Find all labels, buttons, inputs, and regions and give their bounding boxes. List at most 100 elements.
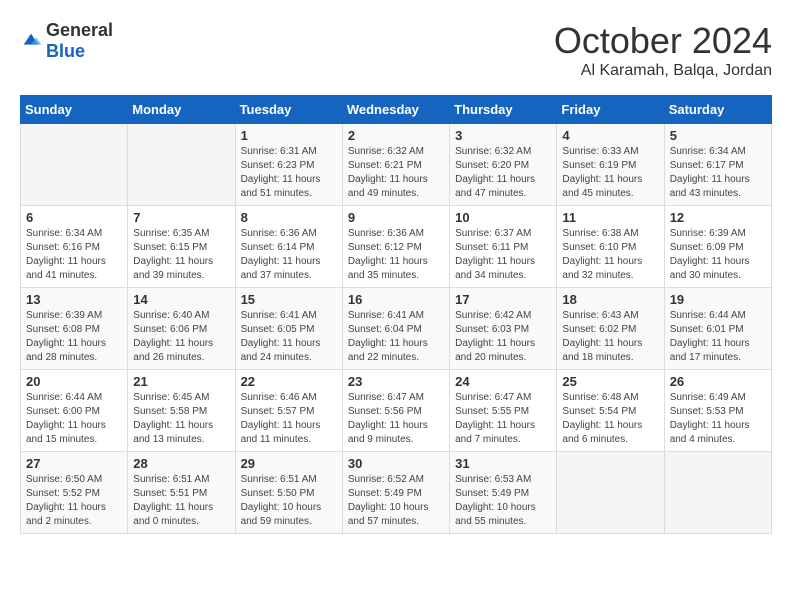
calendar-cell: 11 Sunrise: 6:38 AM Sunset: 6:10 PM Dayli…: [557, 206, 664, 288]
calendar-cell: [21, 124, 128, 206]
month-title: October 2024: [554, 20, 772, 62]
day-number: 4: [562, 128, 658, 143]
calendar-cell: 23 Sunrise: 6:47 AM Sunset: 5:56 PM Dayli…: [342, 370, 449, 452]
day-number: 31: [455, 456, 551, 471]
cell-content: Sunrise: 6:35 AM Sunset: 6:15 PM Dayligh…: [133, 227, 229, 283]
cell-content: Sunrise: 6:37 AM Sunset: 6:11 PM Dayligh…: [455, 227, 551, 283]
calendar-header-row: SundayMondayTuesdayWednesdayThursdayFrid…: [21, 96, 772, 124]
calendar-cell: [664, 452, 771, 534]
cell-content: Sunrise: 6:48 AM Sunset: 5:54 PM Dayligh…: [562, 391, 658, 447]
cell-content: Sunrise: 6:36 AM Sunset: 6:14 PM Dayligh…: [241, 227, 337, 283]
day-number: 21: [133, 374, 229, 389]
day-number: 18: [562, 292, 658, 307]
calendar-cell: 19 Sunrise: 6:44 AM Sunset: 6:01 PM Dayli…: [664, 288, 771, 370]
calendar-cell: 22Sunrise: 6:46 AM Sunset: 5:57 PM Dayli…: [235, 370, 342, 452]
cell-content: Sunrise: 6:32 AM Sunset: 6:21 PM Dayligh…: [348, 145, 444, 201]
logo-blue-text: Blue: [46, 41, 85, 61]
day-number: 22: [241, 374, 337, 389]
day-number: 5: [670, 128, 766, 143]
calendar-cell: 1 Sunrise: 6:31 AM Sunset: 6:23 PM Daylig…: [235, 124, 342, 206]
day-number: 8: [241, 210, 337, 225]
day-number: 13: [26, 292, 122, 307]
day-number: 1: [241, 128, 337, 143]
day-number: 2: [348, 128, 444, 143]
calendar-cell: 2 Sunrise: 6:32 AM Sunset: 6:21 PM Daylig…: [342, 124, 449, 206]
cell-content: Sunrise: 6:47 AM Sunset: 5:56 PM Dayligh…: [348, 391, 444, 447]
location-title: Al Karamah, Balqa, Jordan: [554, 62, 772, 80]
title-block: October 2024 Al Karamah, Balqa, Jordan: [554, 20, 772, 80]
column-header-thursday: Thursday: [450, 96, 557, 124]
cell-content: Sunrise: 6:38 AM Sunset: 6:10 PM Dayligh…: [562, 227, 658, 283]
cell-content: Sunrise: 6:41 AM Sunset: 6:04 PM Dayligh…: [348, 309, 444, 365]
cell-content: Sunrise: 6:42 AM Sunset: 6:03 PM Dayligh…: [455, 309, 551, 365]
cell-content: Sunrise: 6:50 AM Sunset: 5:52 PM Dayligh…: [26, 473, 122, 529]
calendar-cell: 16Sunrise: 6:41 AM Sunset: 6:04 PM Dayli…: [342, 288, 449, 370]
cell-content: Sunrise: 6:31 AM Sunset: 6:23 PM Dayligh…: [241, 145, 337, 201]
calendar-cell: 5 Sunrise: 6:34 AM Sunset: 6:17 PM Daylig…: [664, 124, 771, 206]
calendar-cell: 27 Sunrise: 6:50 AM Sunset: 5:52 PM Dayli…: [21, 452, 128, 534]
day-number: 9: [348, 210, 444, 225]
calendar-cell: 14 Sunrise: 6:40 AM Sunset: 6:06 PM Dayli…: [128, 288, 235, 370]
calendar-cell: 26 Sunrise: 6:49 AM Sunset: 5:53 PM Dayli…: [664, 370, 771, 452]
day-number: 17: [455, 292, 551, 307]
cell-content: Sunrise: 6:36 AM Sunset: 6:12 PM Dayligh…: [348, 227, 444, 283]
calendar-week-row: 20 Sunrise: 6:44 AM Sunset: 6:00 PM Dayli…: [21, 370, 772, 452]
cell-content: Sunrise: 6:33 AM Sunset: 6:19 PM Dayligh…: [562, 145, 658, 201]
cell-content: Sunrise: 6:39 AM Sunset: 6:08 PM Dayligh…: [26, 309, 122, 365]
calendar-cell: 7Sunrise: 6:35 AM Sunset: 6:15 PM Daylig…: [128, 206, 235, 288]
calendar-cell: 29 Sunrise: 6:51 AM Sunset: 5:50 PM Dayli…: [235, 452, 342, 534]
day-number: 27: [26, 456, 122, 471]
cell-content: Sunrise: 6:34 AM Sunset: 6:17 PM Dayligh…: [670, 145, 766, 201]
calendar-cell: 4 Sunrise: 6:33 AM Sunset: 6:19 PM Daylig…: [557, 124, 664, 206]
page-header: General Blue October 2024 Al Karamah, Ba…: [20, 20, 772, 80]
calendar-cell: 12 Sunrise: 6:39 AM Sunset: 6:09 PM Dayli…: [664, 206, 771, 288]
day-number: 30: [348, 456, 444, 471]
calendar-cell: 18Sunrise: 6:43 AM Sunset: 6:02 PM Dayli…: [557, 288, 664, 370]
day-number: 20: [26, 374, 122, 389]
day-number: 6: [26, 210, 122, 225]
calendar-cell: 6 Sunrise: 6:34 AM Sunset: 6:16 PM Daylig…: [21, 206, 128, 288]
calendar-week-row: 1 Sunrise: 6:31 AM Sunset: 6:23 PM Daylig…: [21, 124, 772, 206]
calendar-cell: 8 Sunrise: 6:36 AM Sunset: 6:14 PM Daylig…: [235, 206, 342, 288]
cell-content: Sunrise: 6:44 AM Sunset: 6:01 PM Dayligh…: [670, 309, 766, 365]
logo: General Blue: [20, 20, 113, 62]
cell-content: Sunrise: 6:40 AM Sunset: 6:06 PM Dayligh…: [133, 309, 229, 365]
day-number: 11: [562, 210, 658, 225]
calendar-cell: [128, 124, 235, 206]
day-number: 19: [670, 292, 766, 307]
calendar-cell: 25Sunrise: 6:48 AM Sunset: 5:54 PM Dayli…: [557, 370, 664, 452]
day-number: 26: [670, 374, 766, 389]
cell-content: Sunrise: 6:45 AM Sunset: 5:58 PM Dayligh…: [133, 391, 229, 447]
calendar-cell: 31 Sunrise: 6:53 AM Sunset: 5:49 PM Dayli…: [450, 452, 557, 534]
day-number: 23: [348, 374, 444, 389]
day-number: 12: [670, 210, 766, 225]
cell-content: Sunrise: 6:34 AM Sunset: 6:16 PM Dayligh…: [26, 227, 122, 283]
cell-content: Sunrise: 6:53 AM Sunset: 5:49 PM Dayligh…: [455, 473, 551, 529]
calendar-week-row: 27 Sunrise: 6:50 AM Sunset: 5:52 PM Dayli…: [21, 452, 772, 534]
calendar-cell: 10Sunrise: 6:37 AM Sunset: 6:11 PM Dayli…: [450, 206, 557, 288]
cell-content: Sunrise: 6:49 AM Sunset: 5:53 PM Dayligh…: [670, 391, 766, 447]
calendar-table: SundayMondayTuesdayWednesdayThursdayFrid…: [20, 95, 772, 534]
calendar-cell: 20 Sunrise: 6:44 AM Sunset: 6:00 PM Dayli…: [21, 370, 128, 452]
calendar-week-row: 6 Sunrise: 6:34 AM Sunset: 6:16 PM Daylig…: [21, 206, 772, 288]
cell-content: Sunrise: 6:44 AM Sunset: 6:00 PM Dayligh…: [26, 391, 122, 447]
logo-icon: [20, 30, 42, 52]
calendar-cell: 28Sunrise: 6:51 AM Sunset: 5:51 PM Dayli…: [128, 452, 235, 534]
calendar-cell: 24Sunrise: 6:47 AM Sunset: 5:55 PM Dayli…: [450, 370, 557, 452]
calendar-cell: 3Sunrise: 6:32 AM Sunset: 6:20 PM Daylig…: [450, 124, 557, 206]
column-header-monday: Monday: [128, 96, 235, 124]
calendar-cell: 30 Sunrise: 6:52 AM Sunset: 5:49 PM Dayli…: [342, 452, 449, 534]
calendar-week-row: 13 Sunrise: 6:39 AM Sunset: 6:08 PM Dayli…: [21, 288, 772, 370]
day-number: 15: [241, 292, 337, 307]
day-number: 29: [241, 456, 337, 471]
cell-content: Sunrise: 6:51 AM Sunset: 5:50 PM Dayligh…: [241, 473, 337, 529]
calendar-cell: 21 Sunrise: 6:45 AM Sunset: 5:58 PM Dayli…: [128, 370, 235, 452]
logo-general-text: General: [46, 20, 113, 40]
cell-content: Sunrise: 6:52 AM Sunset: 5:49 PM Dayligh…: [348, 473, 444, 529]
column-header-saturday: Saturday: [664, 96, 771, 124]
day-number: 14: [133, 292, 229, 307]
calendar-cell: [557, 452, 664, 534]
cell-content: Sunrise: 6:39 AM Sunset: 6:09 PM Dayligh…: [670, 227, 766, 283]
cell-content: Sunrise: 6:47 AM Sunset: 5:55 PM Dayligh…: [455, 391, 551, 447]
cell-content: Sunrise: 6:41 AM Sunset: 6:05 PM Dayligh…: [241, 309, 337, 365]
